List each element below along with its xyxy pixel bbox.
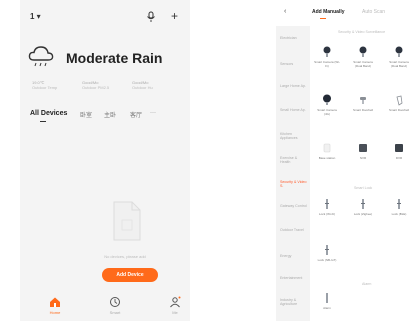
device-lock-wifi[interactable]: Lock (Wi-Fi) [314, 198, 340, 217]
category-item[interactable]: Sensors [280, 62, 308, 66]
stat-outdoor-pm25: Good/Mo Outdoor PM2.5 [82, 80, 126, 90]
device-name: Base station [318, 156, 336, 160]
camera-icon [323, 94, 331, 105]
alarm-icon [326, 293, 328, 303]
empty-state-text: No devices, please add [104, 254, 146, 259]
device-name: NVR [359, 156, 367, 160]
nav-home-label: Home [49, 310, 61, 315]
dvr-icon [395, 144, 403, 152]
stat-label: Outdoor Temp [32, 85, 58, 90]
lock-icon [397, 199, 401, 209]
section-title-lock: Smart Lock [354, 186, 373, 190]
home-icon [50, 297, 60, 307]
category-item[interactable]: Entertainment [280, 276, 308, 280]
lock-icon [325, 199, 329, 209]
tab-add-manually[interactable]: Add Manually [312, 9, 345, 15]
stat-label: Outdoor PM2.5 [82, 85, 110, 90]
category-item[interactable]: Small Home Ap. [280, 108, 308, 112]
device-doorbell-2[interactable]: Smart Doorbell [386, 94, 412, 113]
nav-smart[interactable]: Smart [100, 296, 130, 315]
device-lock-nbiot[interactable]: Lock (NB-IoT) [314, 244, 340, 263]
device-name: Alarm [323, 306, 331, 310]
add-device-button[interactable]: Add Device [102, 268, 158, 282]
active-tab-indicator [40, 121, 46, 122]
add-icon[interactable]: + [171, 10, 178, 22]
device-name: Smart Camera (Wi-Fi) [314, 60, 340, 68]
device-name: Lock (NB-IoT) [317, 258, 337, 262]
device-base-station[interactable]: Base station [314, 142, 340, 161]
weather-title: Moderate Rain [66, 50, 163, 66]
more-tabs-button[interactable]: ··· [150, 110, 156, 116]
category-item[interactable]: Outdoor Travel [280, 228, 308, 232]
device-lock-ble[interactable]: Lock (BLE) [386, 198, 412, 217]
smart-icon [110, 297, 120, 307]
nav-smart-label: Smart [109, 310, 121, 315]
back-icon[interactable]: ‹ [284, 8, 286, 15]
base-station-icon [323, 143, 331, 153]
camera-icon [359, 46, 367, 57]
device-name: Smart Doorbell [388, 108, 409, 112]
device-camera-wifi[interactable]: Smart Camera (Wi-Fi) [314, 46, 340, 68]
device-nvr[interactable]: NVR [350, 142, 376, 161]
lock-icon [325, 245, 329, 255]
device-lock-zigbee[interactable]: Lock (Zigbee) [350, 198, 376, 217]
doorbell-icon [396, 95, 403, 106]
device-name: Smart Camera (Dual Band) [389, 60, 409, 68]
camera-icon [323, 46, 331, 57]
microphone-icon[interactable] [146, 11, 156, 23]
nvr-icon [359, 144, 367, 152]
me-icon [170, 296, 181, 308]
device-alarm[interactable]: Alarm [314, 292, 340, 311]
lock-icon [361, 199, 365, 209]
tab-all-devices[interactable]: All Devices [30, 110, 67, 117]
category-item[interactable]: Industry & Agriculture [280, 298, 308, 307]
section-title-security: Security & Video Surveillance [338, 30, 386, 34]
nav-me[interactable]: Me [160, 296, 190, 315]
category-item[interactable]: Energy [280, 254, 308, 258]
rain-cloud-icon [28, 46, 54, 67]
device-dvr[interactable]: DVR [386, 142, 412, 161]
tab-room-1[interactable]: 卧室 [80, 110, 92, 119]
nav-home[interactable]: Home [40, 296, 70, 315]
device-name: Smart Camera (Dual Band) [353, 60, 373, 68]
add-device-screen: ‹ Add Manually Auto Scan Electrician Sen… [276, 0, 418, 321]
device-camera-dual-band-2[interactable]: Smart Camera (Dual Band) [386, 46, 412, 68]
device-name: Smart Doorbell [352, 108, 373, 112]
category-item[interactable]: Exercise & Health [280, 156, 308, 165]
device-camera-dual-band[interactable]: Smart Camera (Dual Band) [350, 46, 376, 68]
device-name: Lock (Zigbee) [353, 212, 373, 216]
tab-room-2[interactable]: 主卧 [104, 110, 116, 119]
category-item-active[interactable]: Security & Video S. [280, 180, 308, 189]
home-switcher[interactable]: 1 ▾ [30, 12, 41, 21]
stat-outdoor-humidity: Good/Mo Outdoor Hu [132, 80, 176, 90]
bottom-nav: Home Smart Me [40, 296, 190, 320]
device-name: Smart Camera (4G) [317, 108, 337, 116]
camera-icon [395, 46, 403, 57]
top-bar: 1 ▾ + [30, 10, 180, 24]
category-item[interactable]: Kitchen Appliances [280, 132, 308, 141]
doorbell-icon [360, 97, 366, 104]
add-device-header: ‹ Add Manually Auto Scan [276, 8, 418, 20]
device-camera-4g[interactable]: Smart Camera (4G) [314, 94, 340, 116]
category-item[interactable]: Electrician [280, 36, 308, 40]
device-name: Lock (Wi-Fi) [318, 212, 336, 216]
device-name: Lock (BLE) [391, 212, 407, 216]
device-name: DVR [395, 156, 403, 160]
tab-room-3[interactable]: 客厅 [130, 110, 142, 119]
weather-stats: 19.0℃ Outdoor Temp Good/Mo Outdoor PM2.5… [32, 80, 182, 96]
weather-card: Moderate Rain [28, 44, 188, 74]
tab-auto-scan[interactable]: Auto Scan [362, 9, 385, 15]
category-sidebar: Electrician Sensors Large Home Ap. Small… [276, 26, 310, 321]
device-doorbell[interactable]: Smart Doorbell [350, 94, 376, 113]
nav-me-label: Me [172, 310, 178, 315]
empty-device-icon [113, 201, 141, 241]
room-tabs: All Devices 卧室 主卧 客厅 ··· [30, 110, 186, 128]
stat-label: Outdoor Hu [132, 85, 153, 90]
category-item[interactable]: Large Home Ap. [280, 84, 308, 88]
stat-outdoor-temp: 19.0℃ Outdoor Temp [32, 80, 76, 90]
active-tab-indicator [320, 18, 326, 19]
category-item[interactable]: Gateway Control [280, 204, 308, 208]
home-screen: 1 ▾ + Moderate Rain 19.0℃ Outdoor Temp G… [20, 0, 190, 321]
section-title-alarm: Alarm [362, 282, 372, 286]
